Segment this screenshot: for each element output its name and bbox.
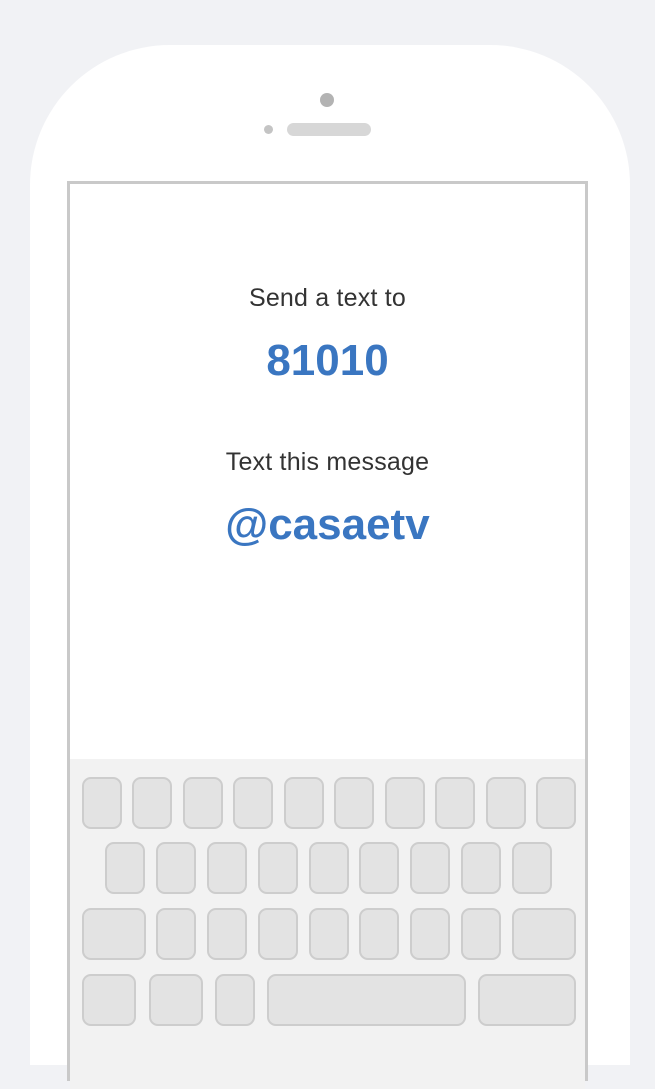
phone-illustration: Send a text to 81010 Text this message @… [30, 45, 630, 1089]
keyboard-key [334, 777, 374, 829]
keyboard-key [258, 908, 298, 960]
shift-key [82, 908, 146, 960]
message-instruction: Text this message [225, 448, 430, 476]
keyboard-key [410, 908, 450, 960]
keyboard-key [309, 842, 349, 894]
camera-dot [320, 93, 334, 107]
backspace-key [512, 908, 576, 960]
space-bar [267, 974, 466, 1026]
keyboard-key [258, 842, 298, 894]
keyboard-key [461, 908, 501, 960]
phone-screen: Send a text to 81010 Text this message @… [67, 181, 588, 1089]
keyboard-key [512, 842, 552, 894]
short-code-number: 81010 [266, 336, 389, 385]
keyboard-key [105, 842, 145, 894]
sensor-dot [264, 125, 273, 134]
keyboard-key [156, 842, 196, 894]
keyboard-key [233, 777, 273, 829]
keyboard-key [156, 908, 196, 960]
mic-key [215, 974, 255, 1026]
keyboard-key [183, 777, 223, 829]
emoji-key [149, 974, 203, 1026]
keyboard-key [435, 777, 475, 829]
numbers-key [82, 974, 136, 1026]
keyboard-key [207, 842, 247, 894]
return-key [478, 974, 576, 1026]
keyboard-key [284, 777, 324, 829]
keyboard-key [410, 842, 450, 894]
keyboard-key [385, 777, 425, 829]
keyboard-key [207, 908, 247, 960]
keyboard-key [461, 842, 501, 894]
text-message-keyword: @casaetv [225, 500, 430, 549]
speaker-slot [287, 123, 371, 136]
keyboard-key [309, 908, 349, 960]
keyboard-key [486, 777, 526, 829]
keyboard-key [132, 777, 172, 829]
send-instruction: Send a text to [248, 284, 407, 312]
keyboard-key [82, 777, 122, 829]
keyboard-key [359, 842, 399, 894]
keyboard-key [359, 908, 399, 960]
keyboard-key [536, 777, 576, 829]
keyboard-illustration [70, 759, 585, 1089]
